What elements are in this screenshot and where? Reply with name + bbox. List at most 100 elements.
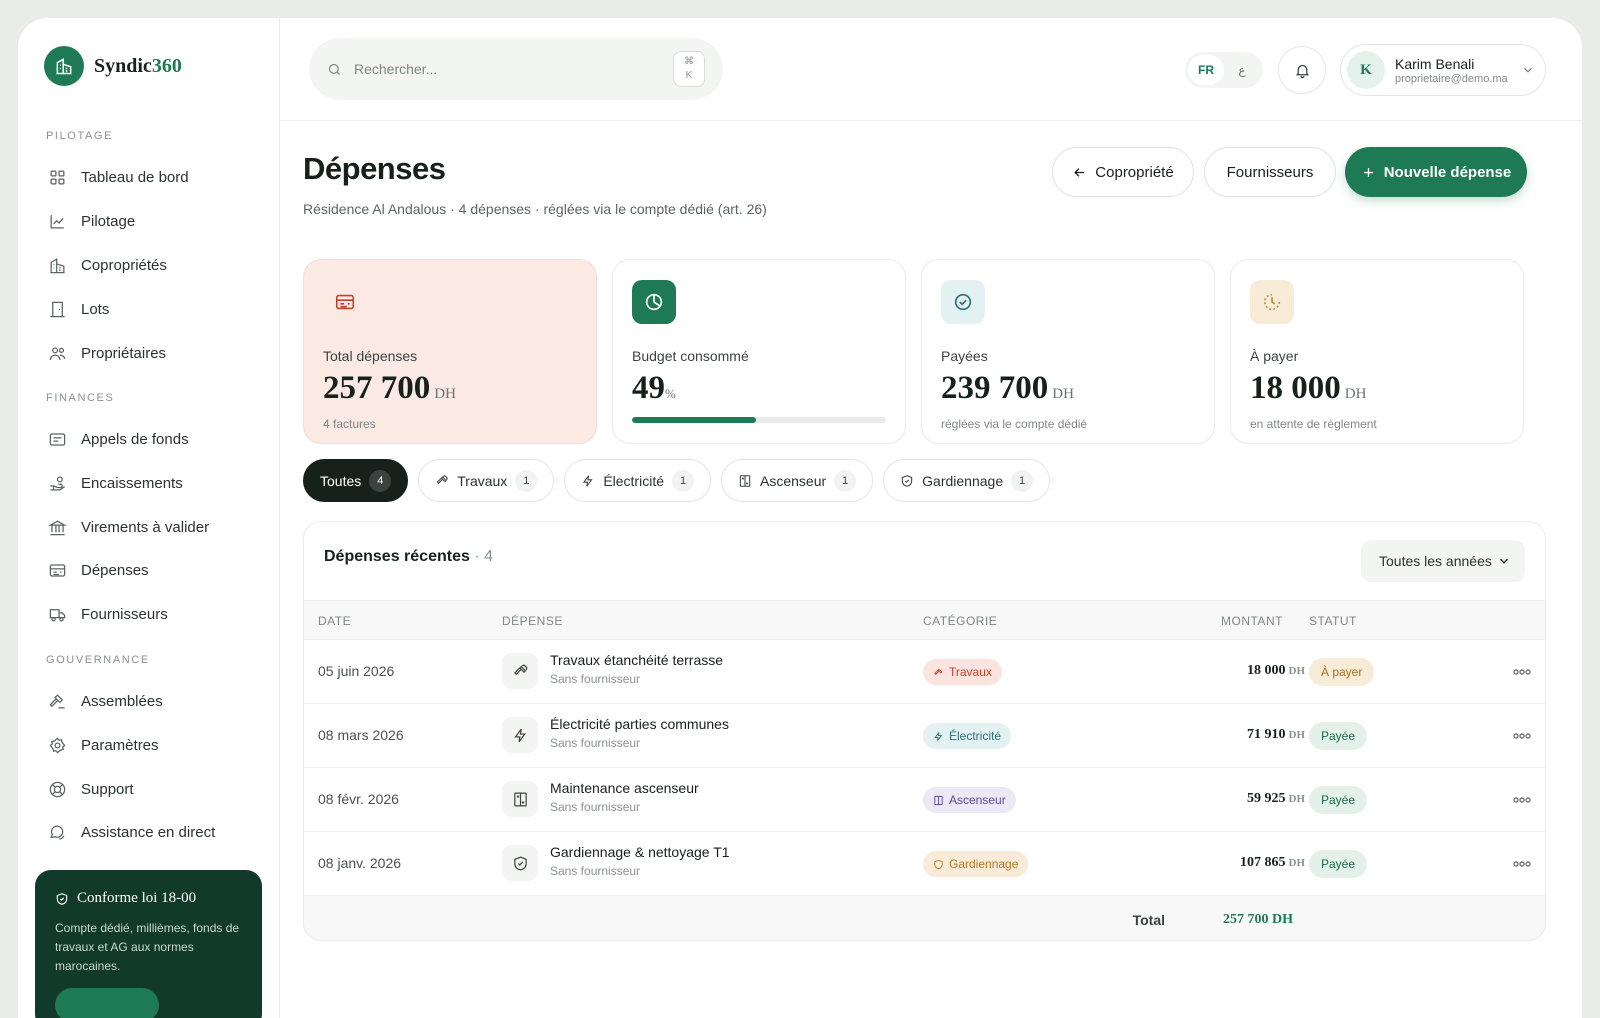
filter-ascenseur[interactable]: Ascenseur 1	[721, 459, 874, 502]
nav-item-label: Virements à valider	[81, 518, 210, 536]
filter-electricite[interactable]: Électricité 1	[564, 459, 711, 502]
table-row[interactable]: 08 janv. 2026 Gardiennage & nettoyage T1…	[304, 832, 1545, 896]
col-depense[interactable]: DÉPENSE	[502, 614, 563, 628]
shield-check-icon	[56, 892, 68, 905]
nav-item-appels-de-fonds[interactable]: Appels de fonds	[48, 427, 189, 451]
col-categorie[interactable]: CATÉGORIE	[923, 614, 997, 628]
status-badge: Payée	[1309, 786, 1368, 814]
page-title: Dépenses	[303, 151, 446, 186]
nav-item-depenses[interactable]: Dépenses	[48, 558, 149, 582]
arrow-left-icon	[1074, 167, 1085, 177]
stat-label: Payées	[941, 348, 988, 364]
lang-fr-button[interactable]: FR	[1188, 55, 1224, 85]
year-filter-select[interactable]: Toutes les années	[1361, 540, 1525, 582]
row-more-button[interactable]	[1513, 790, 1531, 806]
nav-item-label: Pilotage	[81, 212, 136, 230]
col-date[interactable]: DATE	[318, 614, 351, 628]
shield-icon	[901, 474, 913, 487]
total-value: 257 700 DH	[1223, 912, 1293, 927]
user-name: Karim Benali	[1395, 55, 1475, 72]
category-badge: Ascenseur	[923, 787, 1016, 813]
nav-item-assistance[interactable]: Assistance en direct	[48, 820, 215, 844]
table-row[interactable]: 05 juin 2026 Travaux étanchéité terrasse…	[304, 640, 1545, 704]
stat-label: Total dépenses	[323, 348, 418, 364]
filter-travaux[interactable]: Travaux 1	[418, 459, 555, 502]
nav-item-label: Propriétaires	[81, 344, 167, 362]
budget-progress-fill	[632, 417, 757, 423]
brand[interactable]: Syndic360	[44, 46, 182, 86]
filter-toutes[interactable]: Toutes 4	[303, 459, 409, 502]
row-more-button[interactable]	[1513, 662, 1531, 678]
total-label: Total	[1132, 912, 1165, 928]
budget-progress-bar	[632, 417, 886, 423]
bolt-icon	[934, 731, 943, 741]
search-input[interactable]	[354, 61, 654, 77]
nav-item-virements[interactable]: Virements à valider	[48, 515, 209, 539]
nav-item-proprietaires[interactable]: Propriétaires	[48, 341, 166, 365]
nav-item-tableau-de-bord[interactable]: Tableau de bord	[48, 165, 189, 189]
back-to-copropriete-button[interactable]: Copropriété	[1052, 147, 1194, 197]
nav-item-label: Dépenses	[81, 561, 149, 579]
bell-icon	[1295, 64, 1309, 78]
bolt-icon	[502, 717, 538, 753]
nav-item-label: Encaissements	[81, 474, 183, 492]
filter-count: 4	[369, 469, 392, 492]
hammer-icon	[436, 474, 449, 484]
search-bar[interactable]: ⌘K	[309, 38, 723, 100]
clock-icon	[1250, 280, 1294, 324]
user-menu[interactable]: K Karim Benali proprietaire@demo.ma	[1340, 44, 1546, 96]
gavel-icon	[49, 693, 65, 708]
grid-icon	[50, 170, 65, 184]
row-amount: 71 910 DH	[1247, 727, 1305, 742]
stat-note: réglées via le compte dédié	[941, 417, 1088, 431]
nav-item-lots[interactable]: Lots	[48, 297, 109, 321]
nav-item-encaissements[interactable]: Encaissements	[48, 471, 183, 495]
elevator-icon	[739, 474, 751, 487]
nav-item-support[interactable]: Support	[48, 777, 134, 801]
nav-item-coproprietes[interactable]: Copropriétés	[48, 253, 167, 277]
fournisseurs-button[interactable]: Fournisseurs	[1204, 147, 1336, 197]
nav-item-assemblees[interactable]: Assemblées	[48, 689, 163, 713]
row-date: 05 juin 2026	[318, 663, 395, 679]
table-footer: Total 257 700 DH	[304, 896, 1545, 940]
more-horizontal-icon	[1513, 861, 1531, 867]
row-supplier: Sans fournisseur	[550, 672, 641, 686]
check-circle-icon	[941, 280, 985, 324]
page-subtitle: Résidence Al Andalous · 4 dépenses · rég…	[303, 201, 767, 217]
promo-title: Conforme loi 18-00	[55, 890, 242, 907]
gear-icon	[49, 736, 66, 754]
row-date: 08 févr. 2026	[318, 791, 399, 807]
promo-button[interactable]	[55, 988, 159, 1018]
table-row[interactable]: 08 mars 2026 Électricité parties commune…	[304, 704, 1545, 768]
notifications-button[interactable]	[1278, 46, 1326, 94]
stat-card-a-payer: À payer 18 000 DH en attente de règlement	[1230, 259, 1524, 444]
search-icon	[328, 63, 340, 75]
users-icon	[49, 346, 66, 360]
status-badge: Payée	[1309, 850, 1368, 878]
filter-count: 1	[1011, 469, 1034, 492]
receipt-icon	[323, 280, 367, 324]
nav-section-pilotage: PILOTAGE	[46, 130, 113, 142]
truck-icon	[49, 608, 66, 621]
filter-gardiennage[interactable]: Gardiennage 1	[883, 459, 1051, 502]
promo-text: Compte dédié, millièmes, fonds de travau…	[55, 921, 240, 973]
col-montant[interactable]: MONTANT	[1221, 614, 1283, 628]
nav-item-pilotage[interactable]: Pilotage	[48, 209, 135, 233]
table-row[interactable]: 08 févr. 2026 Maintenance ascenseur Sans…	[304, 768, 1545, 832]
nav-item-label: Assemblées	[81, 692, 163, 710]
category-badge: Gardiennage	[923, 851, 1029, 877]
more-horizontal-icon	[1513, 669, 1531, 675]
filter-count: 1	[834, 469, 857, 492]
row-name: Gardiennage & nettoyage T1	[550, 844, 730, 860]
stat-label: À payer	[1250, 348, 1299, 364]
row-more-button[interactable]	[1513, 726, 1531, 742]
col-statut[interactable]: STATUT	[1309, 614, 1357, 628]
nav-item-parametres[interactable]: Paramètres	[48, 733, 159, 757]
nav-item-fournisseurs[interactable]: Fournisseurs	[48, 602, 168, 626]
new-expense-button[interactable]: Nouvelle dépense	[1345, 147, 1527, 197]
nav-item-label: Support	[81, 780, 134, 798]
lang-ar-button[interactable]: ع	[1224, 55, 1260, 85]
row-amount: 18 000 DH	[1247, 663, 1305, 678]
row-more-button[interactable]	[1513, 854, 1531, 870]
plus-icon	[1363, 167, 1373, 177]
